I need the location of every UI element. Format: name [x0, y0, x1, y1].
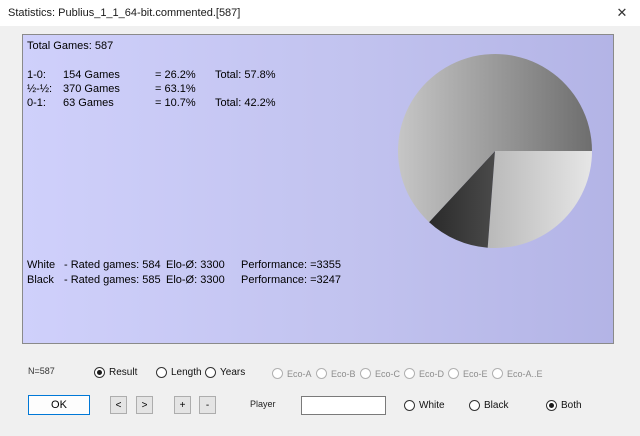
zoom-in-button[interactable]: +: [174, 396, 191, 414]
radio-label: Length: [171, 367, 202, 378]
radio-eco-c[interactable]: Eco-C: [360, 368, 400, 379]
radio-indicator: [404, 400, 415, 411]
radio-label: Years: [220, 367, 246, 378]
player-label: Player: [250, 399, 276, 409]
radio-indicator: [316, 368, 327, 379]
radio-indicator: [546, 400, 557, 411]
result-percent: = 63.1%: [155, 83, 196, 95]
radio-indicator: [492, 368, 503, 379]
result-percent: = 10.7%: [155, 97, 196, 109]
radio-label: Both: [561, 400, 582, 411]
results-pie-chart: [398, 53, 592, 248]
player-rated-games: - Rated games: 584: [64, 259, 161, 271]
radio-black[interactable]: Black: [469, 400, 508, 411]
radio-label: Eco-A: [287, 368, 312, 379]
player-input[interactable]: [301, 396, 386, 415]
player-side: White: [27, 259, 56, 271]
statistics-panel: Total Games: 587 1-0: 154 Games = 26.2% …: [22, 34, 614, 344]
radio-label: Eco-E: [463, 368, 488, 379]
radio-white[interactable]: White: [404, 400, 445, 411]
zoom-out-button[interactable]: -: [199, 396, 216, 414]
close-button[interactable]: ✕: [604, 0, 640, 26]
pie-slice-1: [487, 151, 592, 248]
radio-result[interactable]: Result: [94, 367, 137, 378]
result-games: 370 Games: [63, 83, 120, 95]
radio-label: White: [419, 400, 445, 411]
player-performance: Performance: =3247: [241, 274, 341, 286]
radio-both[interactable]: Both: [546, 400, 582, 411]
radio-indicator: [156, 367, 167, 378]
radio-indicator: [360, 368, 371, 379]
radio-indicator: [404, 368, 415, 379]
result-percent: = 26.2%: [155, 69, 196, 81]
radio-eco-a-e[interactable]: Eco-A..E: [492, 368, 543, 379]
radio-years[interactable]: Years: [205, 367, 245, 378]
result-total: Total: 42.2%: [215, 97, 276, 109]
radio-indicator: [448, 368, 459, 379]
radio-eco-e[interactable]: Eco-E: [448, 368, 488, 379]
radio-indicator: [94, 367, 105, 378]
result-total: Total: 57.8%: [215, 69, 276, 81]
player-rated-games: - Rated games: 585: [64, 274, 161, 286]
window-title: Statistics: Publius_1_1_64-bit.commented…: [8, 7, 241, 19]
close-icon: ✕: [616, 5, 628, 20]
radio-eco-b[interactable]: Eco-B: [316, 368, 356, 379]
title-bar: Statistics: Publius_1_1_64-bit.commented…: [0, 0, 640, 26]
result-label: 0-1:: [27, 97, 46, 109]
radio-indicator: [205, 367, 216, 378]
player-side: Black: [27, 274, 54, 286]
result-games: 154 Games: [63, 69, 120, 81]
radio-label: Result: [109, 367, 138, 378]
radio-label: Eco-D: [419, 368, 445, 379]
result-label: ½-½:: [27, 83, 53, 95]
radio-eco-d[interactable]: Eco-D: [404, 368, 444, 379]
previous-button[interactable]: <: [110, 396, 127, 414]
radio-label: Eco-A..E: [507, 368, 543, 379]
n-count-label: N=587: [28, 366, 55, 376]
ok-button[interactable]: OK: [28, 395, 90, 415]
radio-indicator: [272, 368, 283, 379]
radio-indicator: [469, 400, 480, 411]
player-elo: Elo-Ø: 3300: [166, 274, 225, 286]
radio-label: Eco-C: [375, 368, 401, 379]
radio-eco-a[interactable]: Eco-A: [272, 368, 312, 379]
radio-length[interactable]: Length: [156, 367, 202, 378]
result-label: 1-0:: [27, 69, 46, 81]
player-elo: Elo-Ø: 3300: [166, 259, 225, 271]
radio-label: Eco-B: [331, 368, 356, 379]
player-performance: Performance: =3355: [241, 259, 341, 271]
result-games: 63 Games: [63, 97, 114, 109]
total-games-text: Total Games: 587: [27, 40, 114, 52]
radio-label: Black: [484, 400, 509, 411]
next-button[interactable]: >: [136, 396, 153, 414]
